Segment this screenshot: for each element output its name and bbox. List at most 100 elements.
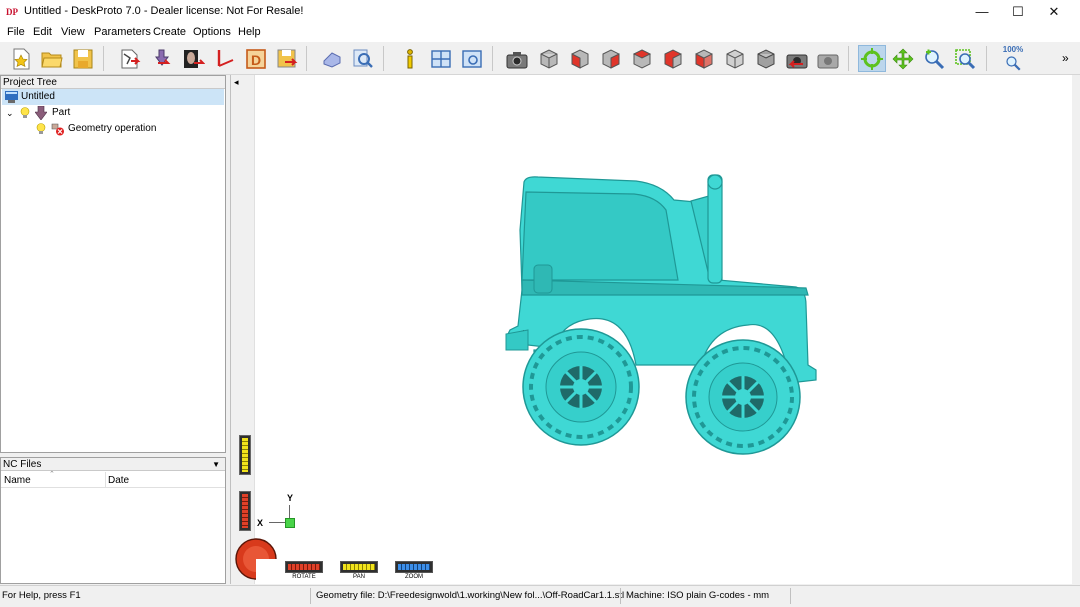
- zoom-100-button[interactable]: 100%: [999, 45, 1027, 72]
- nc-files-header[interactable]: NC Files ▼: [1, 458, 225, 471]
- view-back-button[interactable]: [597, 45, 625, 72]
- chevron-down-icon[interactable]: ⌄: [6, 105, 14, 121]
- camera-view-button[interactable]: [503, 45, 531, 72]
- pan-wheel[interactable]: [340, 561, 378, 573]
- pan-control[interactable]: PAN: [340, 561, 378, 580]
- info-button[interactable]: [396, 45, 424, 72]
- view-right-button[interactable]: [659, 45, 687, 72]
- pan-wheel-vertical[interactable]: [239, 435, 251, 475]
- view-left-button[interactable]: [628, 45, 656, 72]
- camera-icon: [506, 51, 528, 68]
- rotate-wheel-vertical[interactable]: [239, 491, 251, 531]
- column-name[interactable]: Name: [4, 475, 31, 486]
- menu-help[interactable]: Help: [238, 26, 261, 38]
- tree-item-label: Untitled: [21, 91, 55, 102]
- toolbar-separator: [383, 46, 384, 71]
- menu-file[interactable]: File: [7, 26, 25, 38]
- zoom-window-icon: [955, 48, 976, 69]
- 3d-viewport[interactable]: ◂ Y X ROTATE PAN ZOOM: [230, 75, 1072, 584]
- cube-front-icon: [571, 48, 589, 69]
- offroad-car-model[interactable]: [486, 170, 836, 460]
- write-nc-icon: [277, 49, 298, 67]
- magnifier-icon: [1006, 55, 1021, 71]
- add-dxf-button[interactable]: D: [242, 45, 270, 72]
- import-bitmap-button[interactable]: [179, 45, 207, 72]
- preview-button[interactable]: [349, 45, 377, 72]
- column-date[interactable]: Date: [108, 475, 129, 486]
- menu-create[interactable]: Create: [153, 26, 186, 38]
- view-shaded-button[interactable]: [752, 45, 780, 72]
- column-divider[interactable]: [105, 472, 106, 488]
- save-icon: [73, 49, 93, 68]
- simulate-button[interactable]: [318, 45, 346, 72]
- toolbar-overflow-button[interactable]: »: [1062, 51, 1069, 65]
- zoom-wheel[interactable]: [395, 561, 433, 573]
- minimize-button[interactable]: —: [964, 0, 1000, 24]
- view-window-button[interactable]: [458, 45, 486, 72]
- camera-previous-icon: [786, 54, 808, 68]
- rotate-tool-button[interactable]: [858, 45, 886, 72]
- previous-view-button[interactable]: [783, 45, 811, 72]
- zoom-tool-button[interactable]: [920, 45, 948, 72]
- rotate-control[interactable]: ROTATE: [285, 561, 323, 580]
- lightbulb-icon[interactable]: [36, 123, 46, 135]
- project-tree-panel: Project Tree Untitled ⌄ Part Geometry op…: [0, 75, 226, 453]
- save-project-button[interactable]: [69, 45, 97, 72]
- rotate-dial-icon[interactable]: [234, 537, 278, 581]
- menu-options[interactable]: Options: [193, 26, 231, 38]
- import-part-button[interactable]: [148, 45, 176, 72]
- dxf-icon: D: [246, 48, 266, 69]
- view-front-button[interactable]: [566, 45, 594, 72]
- menu-parameters[interactable]: Parameters: [94, 26, 151, 38]
- open-project-button[interactable]: [38, 45, 66, 72]
- pan-label: PAN: [353, 574, 365, 580]
- cube-right-icon: [664, 48, 682, 69]
- status-separator: [310, 588, 311, 604]
- collapse-pane-arrow[interactable]: ◂: [234, 77, 239, 88]
- svg-text:D: D: [251, 52, 261, 68]
- lightbulb-icon[interactable]: [20, 107, 30, 119]
- rotate-wheel[interactable]: [285, 561, 323, 573]
- bitmap-import-icon: [184, 49, 205, 68]
- view-window-icon: [462, 49, 482, 68]
- menu-view[interactable]: View: [61, 26, 85, 38]
- import-vector-button[interactable]: [211, 45, 239, 72]
- axis-origin-cube: [285, 518, 295, 528]
- zoom-window-button[interactable]: [951, 45, 979, 72]
- menu-edit[interactable]: Edit: [33, 26, 52, 38]
- pan-tool-button[interactable]: [889, 45, 917, 72]
- maximize-button[interactable]: ☐: [1000, 0, 1036, 24]
- status-separator: [620, 588, 621, 604]
- zoom-control[interactable]: ZOOM: [395, 561, 433, 580]
- nc-files-panel: NC Files ▼ Name ⌃ Date: [0, 457, 226, 584]
- close-button[interactable]: ✕: [1036, 0, 1072, 24]
- write-nc-button[interactable]: [273, 45, 301, 72]
- status-separator: [790, 588, 791, 604]
- menu-bar: File Edit View Parameters Create Options…: [0, 24, 1080, 42]
- next-view-button[interactable]: [814, 45, 842, 72]
- nc-files-title: NC Files: [3, 459, 42, 470]
- geometry-operation-icon: [51, 123, 64, 136]
- axis-y-label: Y: [287, 493, 294, 503]
- tree-item-part[interactable]: ⌄ Part: [2, 105, 224, 121]
- magnifier-preview-icon: [353, 49, 373, 68]
- project-icon: [5, 91, 18, 103]
- part-import-icon: [155, 49, 171, 66]
- zoom-in-icon: [925, 49, 945, 69]
- cube-shaded-icon: [757, 48, 775, 69]
- view-bottom-button[interactable]: [721, 45, 749, 72]
- dropdown-arrow-icon[interactable]: ▼: [212, 458, 220, 471]
- layout-button[interactable]: [427, 45, 455, 72]
- view-iso-button[interactable]: [535, 45, 563, 72]
- load-geometry-button[interactable]: [116, 45, 144, 72]
- wheel-rear: [685, 339, 801, 455]
- view-top-button[interactable]: [690, 45, 718, 72]
- nc-files-column-header: Name ⌃ Date: [1, 471, 225, 488]
- cube-back-icon: [602, 48, 620, 69]
- tree-item-project[interactable]: Untitled: [2, 89, 224, 105]
- axis-triad: Y X: [257, 493, 295, 528]
- axis-x-label: X: [257, 518, 264, 528]
- tree-item-label: Part: [52, 107, 71, 118]
- tree-item-geometry-operation[interactable]: Geometry operation: [2, 121, 224, 137]
- new-project-button[interactable]: [7, 45, 35, 72]
